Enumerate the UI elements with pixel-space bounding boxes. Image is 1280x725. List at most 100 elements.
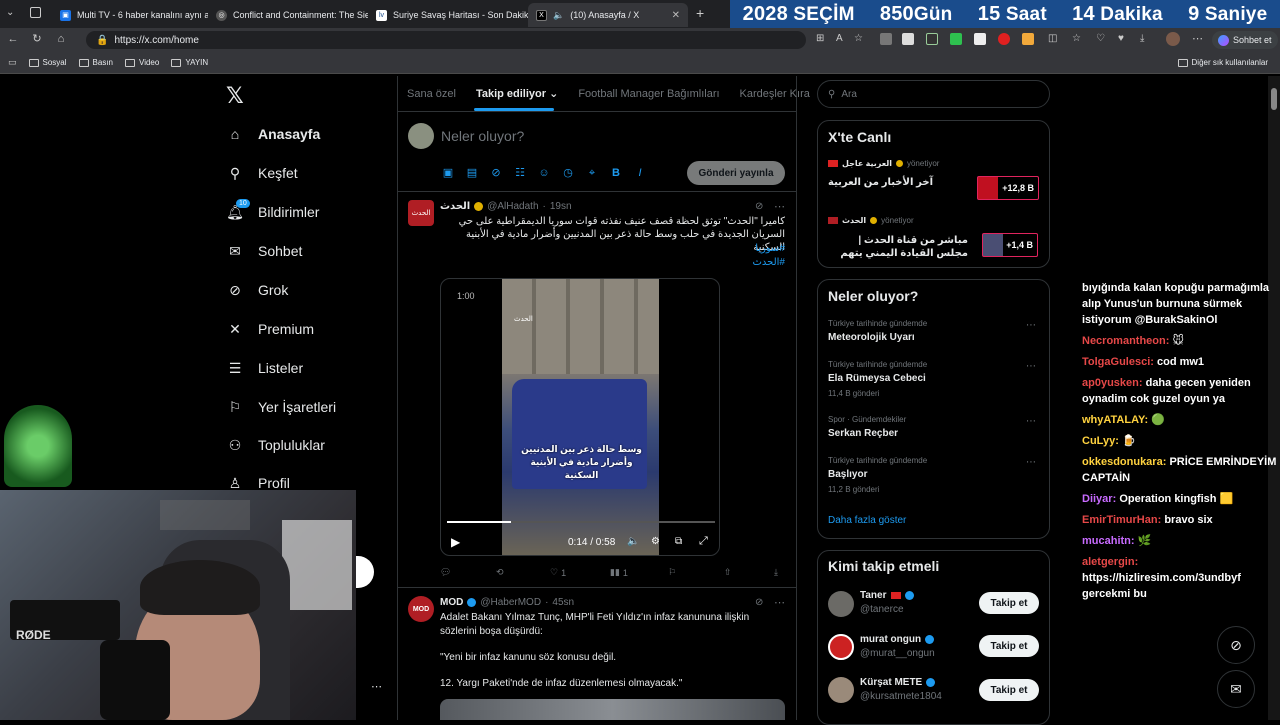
pip-icon[interactable]: ⧉ [675, 536, 682, 547]
copilot-chat-button[interactable]: Sohbet et [1212, 31, 1278, 49]
play-icon[interactable]: ▶ [451, 535, 460, 549]
follow-button[interactable]: Takip et [979, 679, 1039, 701]
nav-notifications[interactable]: 🔔︎ 10 Bildirimler [226, 199, 319, 224]
download-button[interactable]: ⤓ [774, 567, 778, 578]
tab-for-you[interactable]: Sana özel [397, 88, 466, 100]
live-title[interactable]: مباشر من قناة الحدث | مجلس القيادة اليمن… [828, 234, 968, 260]
location-icon[interactable]: ⌖ [586, 167, 598, 179]
extension-icon[interactable] [998, 33, 1010, 45]
tweet-author-name[interactable]: MOD [440, 597, 463, 608]
extension-icon[interactable] [926, 33, 938, 45]
follow-button[interactable]: Takip et [979, 592, 1039, 614]
suggestion-name[interactable]: murat ongun [860, 634, 921, 645]
new-tab-icon[interactable]: + [696, 5, 704, 21]
schedule-icon[interactable]: ◷ [562, 167, 574, 179]
trend-name[interactable]: Başlıyor [828, 469, 867, 480]
nav-home[interactable]: ⌂ Anasayfa [226, 122, 321, 146]
more-icon[interactable]: ⋯ [774, 200, 785, 213]
volume-icon[interactable]: 🔈 [627, 536, 639, 547]
downloads-icon[interactable]: ⤓ [1140, 33, 1144, 44]
speaker-icon[interactable]: 🔈 [553, 10, 564, 21]
emoji-icon[interactable]: ☺ [538, 167, 550, 179]
extension-icon[interactable] [880, 33, 892, 45]
video-progress-bar[interactable] [447, 521, 715, 523]
nav-lists[interactable]: ☰ Listeler [226, 356, 303, 380]
suggestion-handle[interactable]: @kursatmete1804 [860, 691, 942, 702]
profile-avatar[interactable] [1166, 32, 1180, 46]
nav-bookmarks[interactable]: ⚐ Yer İşaretleri [226, 395, 336, 419]
scrollbar-thumb[interactable] [1271, 88, 1277, 110]
favorite-star-icon[interactable]: ☆ [854, 33, 863, 44]
tweet-avatar[interactable]: الحدث [408, 200, 434, 226]
browser-essentials-icon[interactable]: ♥ [1118, 33, 1124, 44]
search-input[interactable]: ⚲ Ara [817, 80, 1050, 108]
more-icon[interactable]: ⋯ [1026, 457, 1036, 468]
edge-widget[interactable] [356, 556, 374, 588]
suggestion-name[interactable]: Kürşat METE [860, 677, 922, 688]
grok-icon[interactable]: ⊘ [755, 201, 763, 212]
x-logo-icon[interactable]: 𝕏 [226, 84, 244, 109]
grok-icon[interactable]: ⊘ [755, 597, 763, 608]
tweet-time[interactable]: 19sn [550, 201, 572, 212]
grok-fab[interactable]: ⊘ [1217, 626, 1255, 664]
follow-button[interactable]: Takip et [979, 635, 1039, 657]
like-button[interactable]: ♡ 1 [550, 567, 566, 578]
image-icon[interactable]: ▣ [442, 167, 454, 179]
more-icon[interactable]: ⋯ [774, 596, 785, 609]
nav-premium[interactable]: ✕ Premium [226, 317, 314, 341]
user-avatar[interactable] [828, 634, 854, 660]
suggestion-handle[interactable]: @murat__ongun [860, 648, 935, 659]
bold-icon[interactable]: B [610, 167, 622, 179]
live-host[interactable]: العربية عاجل [842, 159, 892, 168]
tweet-avatar[interactable]: MOD [408, 596, 434, 622]
nav-grok[interactable]: ⊘ Grok [226, 278, 288, 302]
nav-communities[interactable]: ⚇ Topluluklar [226, 433, 325, 457]
bookmark-basin[interactable]: Basın [78, 58, 113, 67]
tab-multitv[interactable]: ▣ Multi TV - 6 haber kanalını aynı an ✕ [52, 3, 208, 27]
hashtag-link[interactable]: #سوريا [700, 242, 785, 255]
tab-x-home[interactable]: X 🔈 (10) Anasayfa / X ✕ [528, 3, 688, 27]
reload-icon[interactable]: ↻ [30, 32, 44, 46]
tweet-video[interactable]: الحدث وسط حالة ذعر بين المدنيين وأضرار م… [440, 278, 720, 556]
bookmark-yayin[interactable]: YAYIN [171, 58, 208, 67]
tweet-image[interactable] [440, 699, 785, 720]
settings-icon[interactable]: ⚙ [651, 536, 660, 547]
user-avatar[interactable] [408, 123, 434, 149]
tweet-time[interactable]: 45sn [552, 597, 574, 608]
read-aloud-icon[interactable]: A [836, 33, 843, 44]
live-listeners[interactable]: +12,8 B [977, 176, 1039, 200]
trend-name[interactable]: Meteorolojik Uyarı [828, 332, 915, 343]
url-bar[interactable]: 🔒 https://x.com/home [86, 31, 806, 49]
other-bookmarks[interactable]: Diğer sık kullanılanlar [1177, 58, 1268, 67]
messages-fab[interactable]: ✉ [1217, 670, 1255, 708]
nav-explore[interactable]: ⚲ Keşfet [226, 161, 298, 185]
workspaces-icon[interactable] [30, 7, 41, 18]
user-avatar[interactable] [828, 677, 854, 703]
tab-football-manager[interactable]: Football Manager Bağımlıları [568, 88, 729, 100]
bookmark-button[interactable]: ⚐ [668, 567, 676, 578]
show-more-link[interactable]: Daha fazla göster [828, 515, 906, 526]
tweet-handle[interactable]: @AlHadath [487, 201, 538, 212]
extension-icon[interactable] [902, 33, 914, 45]
split-screen-icon[interactable]: ◫ [1048, 33, 1057, 44]
bookmark-video[interactable]: Video [125, 58, 159, 67]
tab-conflict[interactable]: ◎ Conflict and Containment: The Sie ✕ [208, 3, 368, 27]
app-available-icon[interactable]: ⊞ [816, 33, 824, 44]
trend-name[interactable]: Ela Rümeysa Cebeci [828, 373, 926, 384]
extension-icon[interactable] [950, 33, 962, 45]
suggestion-name[interactable]: Taner [860, 590, 887, 601]
bookmark-sosyal[interactable]: Sosyal [28, 58, 67, 67]
gif-icon[interactable]: ▤ [466, 167, 478, 179]
reply-button[interactable]: 💬︎ [440, 567, 451, 578]
views-button[interactable]: ▮▮ 1 [610, 567, 628, 578]
hashtag-link[interactable]: #الحدث [700, 256, 785, 269]
live-listeners[interactable]: +1,4 B [982, 233, 1038, 257]
composer-input[interactable]: Neler oluyor? [441, 128, 524, 144]
tweet-handle[interactable]: @HaberMOD [480, 597, 541, 608]
poll-icon[interactable]: ☷ [514, 167, 526, 179]
tab-list-icon[interactable]: ⌄ [6, 7, 14, 18]
suggestion-handle[interactable]: @tanerce [860, 604, 904, 615]
reading-list-icon[interactable]: ▭ [8, 57, 17, 68]
tab-following[interactable]: Takip ediliyor ⌄ [466, 87, 568, 100]
extension-icon[interactable] [974, 33, 986, 45]
